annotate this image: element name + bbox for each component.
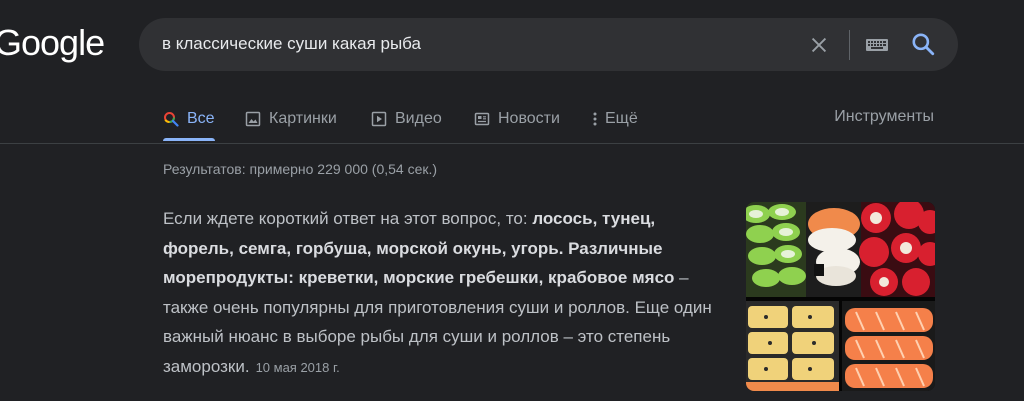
tabs-divider — [0, 143, 1024, 144]
snippet-image[interactable] — [746, 202, 935, 391]
tab-label: Ещё — [605, 110, 638, 127]
search-divider — [849, 30, 850, 60]
news-icon — [474, 112, 490, 126]
sushi-image-icon — [746, 202, 935, 391]
tab-more[interactable]: Ещё — [591, 108, 638, 130]
snippet-text: Если ждете короткий ответ на этот вопрос… — [163, 209, 533, 228]
featured-snippet: Если ждете короткий ответ на этот вопрос… — [163, 204, 723, 382]
tab-news[interactable]: Новости — [474, 108, 560, 130]
tools-button[interactable]: Инструменты — [834, 108, 934, 126]
more-vert-icon — [593, 112, 597, 126]
snippet-date: 10 мая 2018 г. — [255, 359, 340, 375]
search-icon — [164, 112, 179, 127]
video-icon — [371, 111, 387, 127]
keyboard-icon[interactable] — [865, 35, 889, 55]
search-tabs: Все Картинки Видео Новости Ещё Инструмен… — [0, 96, 1024, 142]
tab-label: Новости — [498, 110, 560, 127]
search-box[interactable]: в классические суши какая рыба — [139, 18, 958, 71]
tab-all[interactable]: Все — [163, 108, 215, 130]
google-logo[interactable]: Google — [0, 22, 105, 64]
tab-label: Видео — [395, 110, 442, 127]
search-icon[interactable] — [910, 31, 936, 57]
tab-label: Картинки — [269, 110, 337, 127]
tab-label: Все — [187, 110, 215, 127]
clear-icon[interactable] — [808, 34, 830, 56]
result-stats: Результатов: примерно 229 000 (0,54 сек.… — [163, 161, 438, 177]
tab-video[interactable]: Видео — [371, 108, 442, 130]
tab-images[interactable]: Картинки — [245, 108, 337, 130]
search-input[interactable]: в классические суши какая рыба — [162, 34, 421, 54]
active-tab-indicator — [163, 138, 215, 141]
image-icon — [245, 111, 261, 127]
